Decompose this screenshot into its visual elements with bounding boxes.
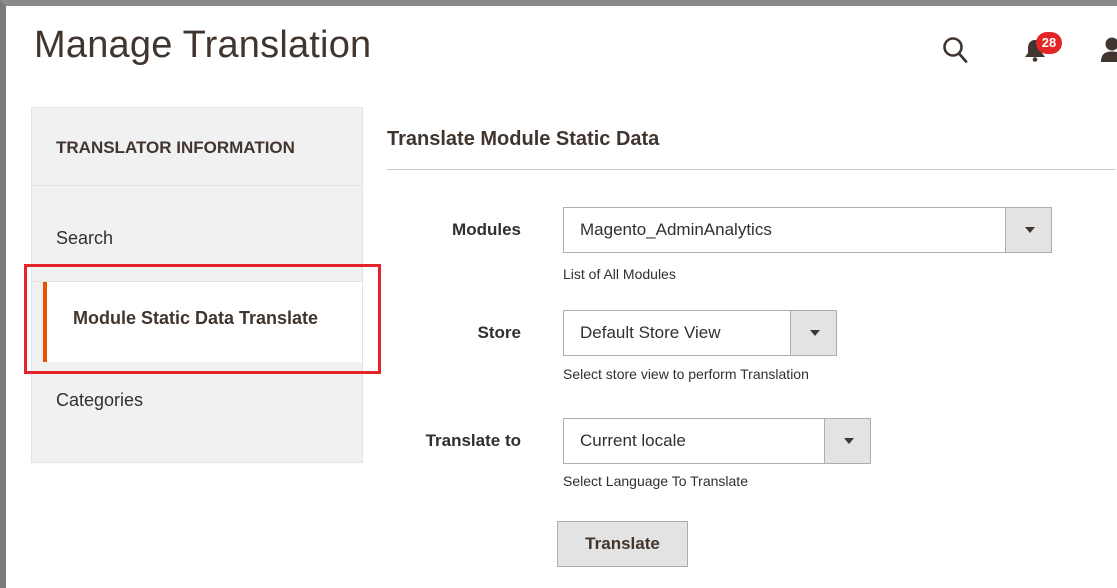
modules-label: Modules xyxy=(452,220,521,239)
chevron-down-icon[interactable] xyxy=(790,311,836,355)
notification-badge[interactable]: 28 xyxy=(1036,32,1062,54)
sidebar-title: TRANSLATOR INFORMATION xyxy=(32,108,362,186)
sidebar-item-label: Categories xyxy=(56,390,144,410)
chevron-down-icon[interactable] xyxy=(824,419,870,463)
translate-to-select-value: Current locale xyxy=(580,431,686,450)
store-note: Select store view to perform Translation xyxy=(563,366,809,382)
section-divider xyxy=(387,169,1116,170)
sidebar-item-categories[interactable]: Categories xyxy=(32,362,362,462)
highlight-annotation xyxy=(24,264,381,374)
modules-select[interactable]: Magento_AdminAnalytics xyxy=(563,207,1052,253)
store-select-value: Default Store View xyxy=(580,323,721,342)
translate-button[interactable]: Translate xyxy=(557,521,688,567)
search-icon[interactable] xyxy=(942,36,968,64)
store-label: Store xyxy=(477,323,521,342)
translate-to-label: Translate to xyxy=(425,431,521,450)
page-title: Manage Translation xyxy=(34,24,372,66)
sidebar-item-label: Search xyxy=(56,228,114,248)
modules-note: List of All Modules xyxy=(563,266,676,282)
chevron-down-icon[interactable] xyxy=(1005,208,1051,252)
user-icon[interactable] xyxy=(1100,36,1117,62)
translate-to-note: Select Language To Translate xyxy=(563,473,748,489)
translate-to-select[interactable]: Current locale xyxy=(563,418,871,464)
section-title: Translate Module Static Data xyxy=(387,128,660,150)
store-select[interactable]: Default Store View xyxy=(563,310,837,356)
modules-select-value: Magento_AdminAnalytics xyxy=(580,220,772,239)
admin-page: Manage Translation 28 TRANSLATOR INFORMA… xyxy=(0,0,1117,588)
